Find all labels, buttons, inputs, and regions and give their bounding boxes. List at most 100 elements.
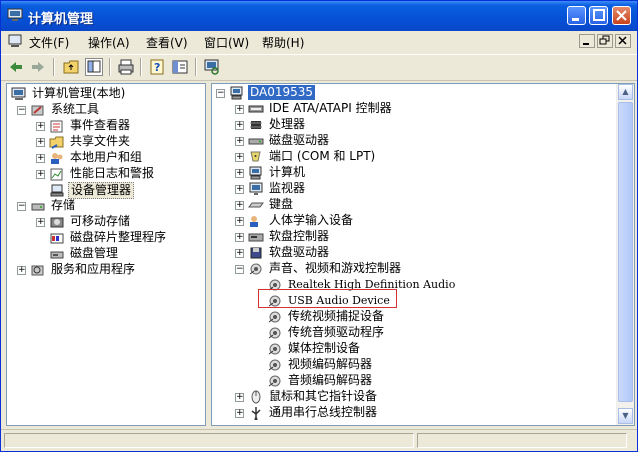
collapse-icon[interactable]: − [17, 106, 26, 115]
scroll-thumb[interactable] [618, 102, 633, 402]
device-tree-node[interactable]: + 通用串行总线控制器 [212, 405, 617, 421]
expand-icon[interactable]: + [17, 266, 26, 275]
device-tree-node[interactable]: + 端口 (COM 和 LPT) [212, 149, 617, 165]
expand-icon[interactable]: + [235, 217, 244, 226]
tree-node-label: 键盘 [269, 197, 294, 211]
mdi-restore-button[interactable] [597, 34, 613, 48]
expand-icon[interactable]: + [235, 409, 244, 418]
show-hide-tree-button[interactable] [85, 58, 103, 76]
tree-node[interactable]: 磁盘碎片整理程序 [7, 230, 202, 246]
menu-help[interactable]: 帮助(H) [262, 34, 304, 51]
sound-icon [268, 311, 281, 323]
collapse-icon[interactable]: − [235, 265, 244, 274]
expand-icon[interactable]: + [36, 138, 45, 147]
device-tree-pane[interactable]: ▲ ▼ − DA019535 + IDE ATA/ATAPI 控制器 + 处理器 + 磁盘驱动… [211, 83, 635, 426]
device-tree-node[interactable]: + 软盘驱动器 [212, 245, 617, 261]
properties-icon[interactable] [171, 58, 189, 76]
collapse-icon[interactable]: − [216, 89, 225, 98]
menu-window[interactable]: 窗口(W) [204, 34, 249, 51]
expand-icon[interactable]: + [235, 393, 244, 402]
tree-node[interactable]: − 存储 [7, 198, 202, 214]
menu-file[interactable]: 文件(F) [29, 34, 69, 51]
device-tree-node[interactable]: 音频编码解码器 [212, 373, 617, 389]
device-tree-node[interactable]: + 软盘控制器 [212, 229, 617, 245]
help-icon[interactable]: ? [148, 58, 166, 76]
expand-icon[interactable]: + [36, 122, 45, 131]
mdi-minimize-button[interactable] [579, 34, 595, 48]
sound-icon [268, 343, 281, 355]
tree-node[interactable]: 计算机管理(本地) [7, 86, 202, 102]
close-icon [618, 36, 627, 45]
mdi-close-button[interactable] [615, 34, 631, 48]
tree-node[interactable]: + 服务和应用程序 [7, 262, 202, 278]
device-tree-node[interactable]: + 监视器 [212, 181, 617, 197]
scan-hardware-icon[interactable] [203, 58, 221, 76]
expand-icon[interactable]: + [235, 169, 244, 178]
expand-icon[interactable]: + [235, 153, 244, 162]
defrag-icon [50, 233, 64, 244]
minimize-icon [572, 18, 579, 21]
tree-node-label: 端口 (COM 和 LPT) [269, 149, 376, 163]
expand-icon[interactable]: + [235, 185, 244, 194]
tree-node-label: 音频编码解码器 [288, 373, 373, 387]
maximize-button[interactable] [589, 6, 608, 25]
scroll-down-button[interactable]: ▼ [618, 408, 633, 424]
tree-node-label: 计算机 [269, 165, 306, 179]
menu-view[interactable]: 查看(V) [146, 34, 188, 51]
tree-node-label: 软盘驱动器 [269, 245, 330, 259]
device-tree-node[interactable]: + 人体学输入设备 [212, 213, 617, 229]
tree-node[interactable]: − 系统工具 [7, 102, 202, 118]
tree-node[interactable]: 设备管理器 [7, 182, 202, 199]
tree-node[interactable]: + 事件查看器 [7, 118, 202, 134]
device-tree-node[interactable]: + 磁盘驱动器 [212, 133, 617, 149]
status-cell-main [4, 433, 414, 448]
sound-icon [249, 263, 262, 275]
expand-icon[interactable]: + [36, 154, 45, 163]
tree-node-label: 人体学输入设备 [269, 213, 354, 227]
device-tree-node[interactable]: + 鼠标和其它指针设备 [212, 389, 617, 405]
computer-management-icon [11, 87, 26, 100]
menu-action[interactable]: 操作(A) [88, 34, 130, 51]
device-tree-node[interactable]: − DA019535 [212, 85, 617, 101]
device-tree-node[interactable]: 视频编码解码器 [212, 357, 617, 373]
scroll-up-button[interactable]: ▲ [618, 84, 633, 100]
tree-node[interactable]: 磁盘管理 [7, 246, 202, 262]
collapse-icon[interactable]: − [17, 202, 26, 211]
up-folder-icon[interactable] [62, 58, 80, 76]
console-tree-pane[interactable]: 计算机管理(本地) − 系统工具 + 事件查看器 + 共享文件夹 + 本地用户和组 + 性能日志和警… [6, 83, 206, 426]
expand-icon[interactable]: + [36, 218, 45, 227]
expand-icon[interactable]: + [235, 233, 244, 242]
expand-icon[interactable]: + [235, 121, 244, 130]
expand-icon[interactable]: + [36, 170, 45, 179]
event-viewer-icon [50, 120, 63, 133]
tree-node[interactable]: + 本地用户和组 [7, 150, 202, 166]
device-tree-node[interactable]: + 处理器 [212, 117, 617, 133]
device-tree-node[interactable]: − 声音、视频和游戏控制器 [212, 261, 617, 277]
print-icon[interactable] [117, 58, 135, 76]
back-arrow-icon[interactable] [7, 58, 25, 76]
vertical-scrollbar[interactable]: ▲ ▼ [616, 84, 634, 425]
expand-icon[interactable]: + [235, 249, 244, 258]
minimize-button[interactable] [567, 6, 586, 25]
expand-icon[interactable]: + [235, 201, 244, 210]
forward-arrow-icon[interactable] [29, 58, 47, 76]
title-bar[interactable]: 计算机管理 [1, 1, 637, 31]
mdi-window-icon[interactable] [8, 34, 22, 48]
device-tree-node[interactable]: 传统音频驱动程序 [212, 325, 617, 341]
window-title: 计算机管理 [28, 12, 94, 27]
device-tree-node[interactable]: + IDE ATA/ATAPI 控制器 [212, 101, 617, 117]
device-tree-node[interactable]: 传统视频捕捉设备 [212, 309, 617, 325]
disk-management-icon [50, 251, 64, 259]
tree-node[interactable]: + 共享文件夹 [7, 134, 202, 150]
expand-icon[interactable]: + [235, 105, 244, 114]
tree-node[interactable]: + 可移动存储 [7, 214, 202, 230]
device-tree-node[interactable]: + 计算机 [212, 165, 617, 181]
close-icon [616, 10, 627, 21]
sound-icon [268, 327, 281, 339]
device-tree-node[interactable]: 媒体控制设备 [212, 341, 617, 357]
expand-icon[interactable]: + [235, 137, 244, 146]
close-button[interactable] [612, 6, 631, 25]
tree-node[interactable]: + 性能日志和警报 [7, 166, 202, 182]
device-tree-node[interactable]: + 键盘 [212, 197, 617, 213]
status-cell-secondary [417, 433, 627, 448]
